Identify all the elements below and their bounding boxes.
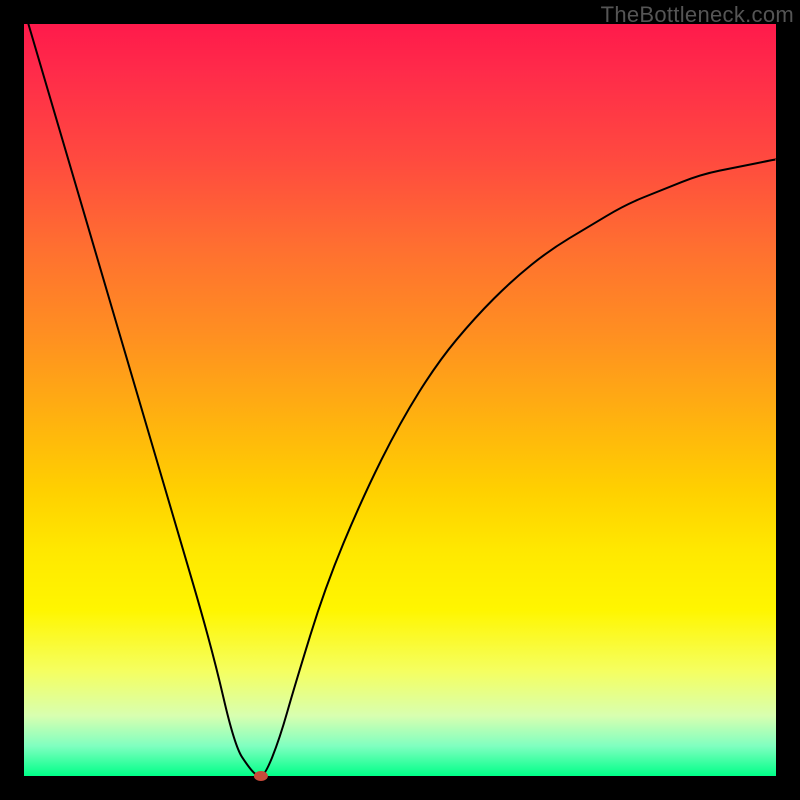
plot-area xyxy=(24,24,776,776)
chart-frame: TheBottleneck.com xyxy=(0,0,800,800)
bottleneck-curve xyxy=(24,9,776,776)
watermark-text: TheBottleneck.com xyxy=(601,2,794,28)
curve-svg xyxy=(24,24,776,776)
min-marker xyxy=(254,771,268,781)
